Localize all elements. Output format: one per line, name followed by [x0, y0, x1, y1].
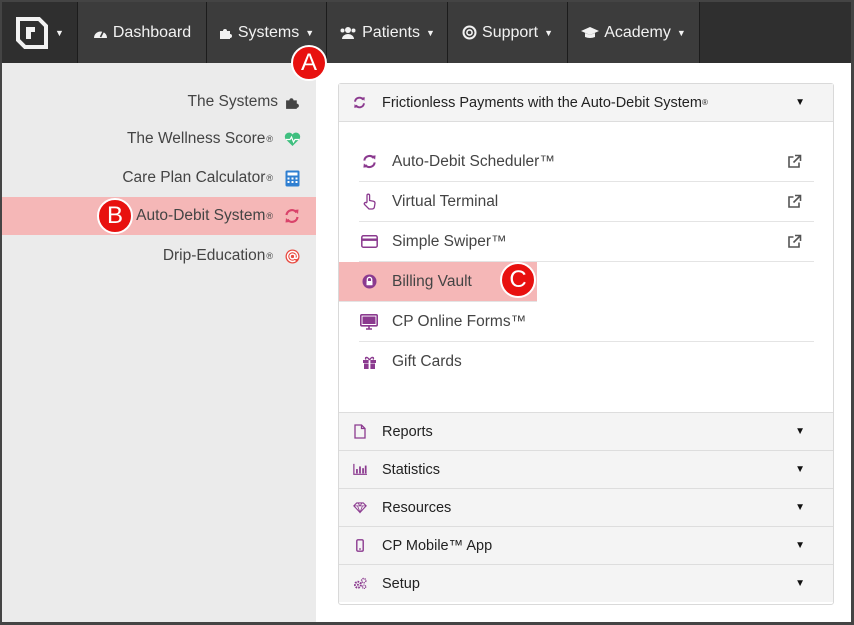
- section-label: Reports: [382, 423, 433, 440]
- panel-item-list: Auto-Debit Scheduler™ Virtual Terminal S…: [339, 142, 814, 382]
- list-item-auto-debit-scheduler[interactable]: Auto-Debit Scheduler™: [359, 142, 814, 182]
- list-item-label: Virtual Terminal: [392, 192, 499, 210]
- auto-debit-panel: Frictionless Payments with the Auto-Debi…: [338, 83, 834, 605]
- annotation-badge-a: A: [291, 45, 327, 81]
- nav-dashboard-label: Dashboard: [112, 23, 192, 41]
- hand-pointer-icon: [359, 193, 379, 210]
- registered-mark: ®: [266, 251, 273, 261]
- section-label: CP Mobile™ App: [382, 537, 493, 554]
- section-label: Statistics: [382, 461, 441, 478]
- refresh-icon: [353, 96, 367, 109]
- chevron-down-icon: ▼: [305, 27, 315, 38]
- section-reports[interactable]: Reports ▼: [339, 412, 833, 450]
- puzzle-icon: [219, 26, 233, 40]
- lock-icon: [359, 274, 379, 289]
- logo-menu[interactable]: ▼: [2, 2, 78, 63]
- list-item-label: Simple Swiper™: [392, 232, 507, 250]
- nav-systems-label: Systems: [237, 23, 300, 41]
- list-item-label: CP Online Forms™: [392, 312, 527, 330]
- nav-patients-label: Patients: [362, 23, 420, 41]
- refresh-icon: [359, 154, 379, 169]
- registered-mark: ®: [701, 98, 708, 107]
- section-label: Setup: [382, 575, 420, 592]
- sidebar-item-label: Auto-Debit System: [136, 207, 266, 224]
- users-icon: [339, 26, 357, 39]
- chevron-down-icon: ▼: [795, 426, 805, 437]
- list-item-virtual-terminal[interactable]: Virtual Terminal: [359, 182, 814, 222]
- chevron-down-icon: ▼: [795, 464, 805, 475]
- section-cp-mobile-app[interactable]: CP Mobile™ App ▼: [339, 526, 833, 564]
- nav-dashboard[interactable]: Dashboard: [78, 2, 207, 63]
- external-link-icon[interactable]: [787, 154, 802, 169]
- nav-academy[interactable]: Academy ▼: [568, 2, 700, 63]
- list-item-label: Auto-Debit Scheduler™: [392, 152, 555, 170]
- chevron-down-icon: ▼: [55, 27, 64, 38]
- nav-patients[interactable]: Patients ▼: [327, 2, 448, 63]
- bar-chart-icon: [353, 463, 367, 476]
- sidebar-item-auto-debit-system[interactable]: Auto-Debit System ®: [2, 197, 316, 235]
- top-navbar: ▼ Dashboard Systems ▼ Patients ▼ Support…: [2, 2, 851, 63]
- sidebar-item-the-systems[interactable]: The Systems: [188, 83, 302, 121]
- section-label: Resources: [382, 499, 452, 516]
- list-item-label: Gift Cards: [392, 353, 462, 370]
- list-item-label: Billing Vault: [392, 272, 472, 290]
- calculator-icon: [282, 170, 302, 187]
- chevron-down-icon: ▼: [795, 502, 805, 513]
- nav-support[interactable]: Support ▼: [448, 2, 568, 63]
- annotation-badge-c: C: [500, 262, 536, 298]
- chevron-down-icon: ▼: [425, 27, 435, 38]
- puzzle-icon: [282, 95, 302, 110]
- chevron-down-icon: ▼: [544, 27, 553, 38]
- mobile-icon: [353, 539, 367, 552]
- section-statistics[interactable]: Statistics ▼: [339, 450, 833, 488]
- chevron-down-icon: ▼: [676, 27, 686, 38]
- monitor-icon: [359, 313, 379, 330]
- registered-mark: ®: [266, 134, 273, 144]
- external-link-icon[interactable]: [787, 194, 802, 209]
- sidebar-item-label: Drip-Education: [162, 247, 266, 264]
- chevron-down-icon: ▼: [795, 540, 805, 551]
- list-item-simple-swiper[interactable]: Simple Swiper™: [359, 222, 814, 262]
- chevron-down-icon: ▼: [795, 578, 805, 589]
- sidebar-item-drip-education[interactable]: Drip-Education ®: [163, 237, 302, 275]
- registered-mark: ®: [266, 173, 273, 183]
- sidebar-item-wellness-score[interactable]: The Wellness Score ®: [127, 120, 302, 158]
- section-setup[interactable]: Setup ▼: [339, 564, 833, 602]
- sidebar-item-label: Care Plan Calculator: [122, 169, 266, 186]
- refresh-icon: [282, 208, 302, 224]
- chevron-down-icon: ▼: [795, 97, 805, 108]
- graduation-cap-icon: [581, 26, 600, 39]
- credit-card-icon: [359, 235, 379, 248]
- list-item-cp-online-forms[interactable]: CP Online Forms™: [359, 302, 814, 342]
- heart-pulse-icon: [282, 132, 302, 147]
- nav-support-label: Support: [482, 23, 539, 41]
- lifebuoy-icon: [462, 25, 477, 40]
- sidebar: The Systems The Wellness Score ® Care Pl…: [2, 63, 316, 622]
- sidebar-item-care-plan-calculator[interactable]: Care Plan Calculator ®: [122, 159, 302, 197]
- logo-icon: [16, 16, 49, 49]
- sidebar-item-label: The Wellness Score: [126, 130, 266, 147]
- registered-mark: ®: [266, 211, 273, 221]
- app-window: ▼ Dashboard Systems ▼ Patients ▼ Support…: [2, 2, 851, 622]
- cogs-icon: [353, 576, 367, 591]
- panel-header[interactable]: Frictionless Payments with the Auto-Debi…: [339, 84, 833, 122]
- nav-academy-label: Academy: [604, 23, 671, 41]
- at-icon: [282, 249, 302, 264]
- main-content: Frictionless Payments with the Auto-Debi…: [316, 63, 851, 622]
- panel-title: Frictionless Payments with the Auto-Debi…: [382, 94, 702, 111]
- sidebar-item-label: The Systems: [187, 93, 278, 110]
- gift-icon: [359, 355, 379, 370]
- annotation-badge-b: B: [97, 198, 133, 234]
- diamond-icon: [353, 501, 367, 514]
- list-item-gift-cards[interactable]: Gift Cards: [359, 342, 814, 382]
- external-link-icon[interactable]: [787, 234, 802, 249]
- file-icon: [353, 424, 367, 439]
- section-resources[interactable]: Resources ▼: [339, 488, 833, 526]
- dashboard-icon: [93, 27, 108, 39]
